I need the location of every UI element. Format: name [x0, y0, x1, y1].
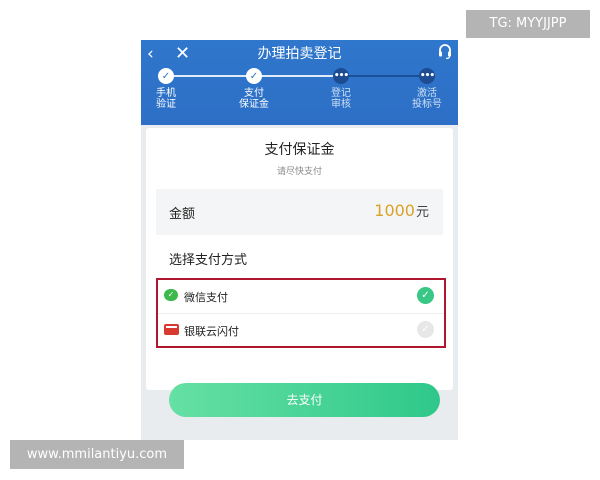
- unionpay-icon: [164, 324, 179, 335]
- wechat-icon: ✓: [164, 289, 178, 301]
- step-label-line: 审核: [331, 99, 351, 110]
- ellipsis-icon: •••: [419, 68, 435, 84]
- step-label-line: 保证金: [239, 99, 269, 110]
- step-label: 激活 投标号: [402, 88, 452, 110]
- step-label: 支付 保证金: [229, 88, 279, 110]
- check-icon: ✓: [246, 68, 262, 84]
- phone-screen: ‹ ✕ 办理拍卖登记 ✓ 手机 验证 ✓ 支付 保证金 ••• 登记 审核 ••…: [141, 40, 458, 440]
- step-label-line: 激活: [417, 88, 437, 99]
- step-activate-bid-number: ••• 激活 投标号: [402, 68, 452, 110]
- step-label-line: 支付: [244, 88, 264, 99]
- payment-option-label: 银联云闪付: [184, 325, 239, 338]
- app-header: ‹ ✕ 办理拍卖登记 ✓ 手机 验证 ✓ 支付 保证金 ••• 登记 审核 ••…: [141, 40, 458, 125]
- payment-option-wechat[interactable]: ✓ 微信支付 ✓: [158, 280, 444, 314]
- payment-method-heading: 选择支付方式: [169, 253, 248, 268]
- radio-unselected-icon[interactable]: ✓: [417, 321, 434, 338]
- deposit-card: 支付保证金 请尽快支付 金额 1000元 选择支付方式 ✓ 微信支付 ✓ 银联云…: [146, 128, 453, 390]
- amount-value: 1000元: [374, 201, 429, 220]
- card-title: 支付保证金: [264, 142, 335, 158]
- tg-watermark: TG: MYYJJPP: [466, 10, 590, 38]
- step-label-line: 验证: [156, 99, 176, 110]
- url-watermark: www.mmilantiyu.com: [10, 440, 184, 469]
- headset-icon[interactable]: [438, 43, 452, 64]
- step-label-line: 投标号: [412, 99, 442, 110]
- step-label: 手机 验证: [141, 88, 191, 110]
- amount-unit: 元: [415, 205, 429, 220]
- amount-label: 金额: [169, 207, 196, 222]
- radio-selected-icon[interactable]: ✓: [417, 287, 434, 304]
- check-icon: ✓: [158, 68, 174, 84]
- payment-method-list: ✓ 微信支付 ✓ 银联云闪付 ✓: [156, 278, 446, 348]
- ellipsis-icon: •••: [333, 68, 349, 84]
- pay-button[interactable]: 去支付: [169, 383, 440, 417]
- step-phone-verify: ✓ 手机 验证: [141, 68, 191, 110]
- page-title: 办理拍卖登记: [257, 46, 342, 62]
- step-label-line: 登记: [331, 88, 351, 99]
- step-pay-deposit: ✓ 支付 保证金: [229, 68, 279, 110]
- progress-steps: ✓ 手机 验证 ✓ 支付 保证金 ••• 登记 审核 ••• 激活 投标号: [141, 68, 458, 122]
- amount-number: 1000: [374, 201, 415, 220]
- payment-option-label: 微信支付: [184, 291, 228, 304]
- payment-option-unionpay[interactable]: 银联云闪付 ✓: [158, 314, 444, 347]
- amount-row: 金额 1000元: [156, 189, 443, 235]
- step-registration-review: ••• 登记 审核: [316, 68, 366, 110]
- card-subtitle: 请尽快支付: [276, 167, 322, 177]
- step-label-line: 手机: [156, 88, 176, 99]
- step-label: 登记 审核: [316, 88, 366, 110]
